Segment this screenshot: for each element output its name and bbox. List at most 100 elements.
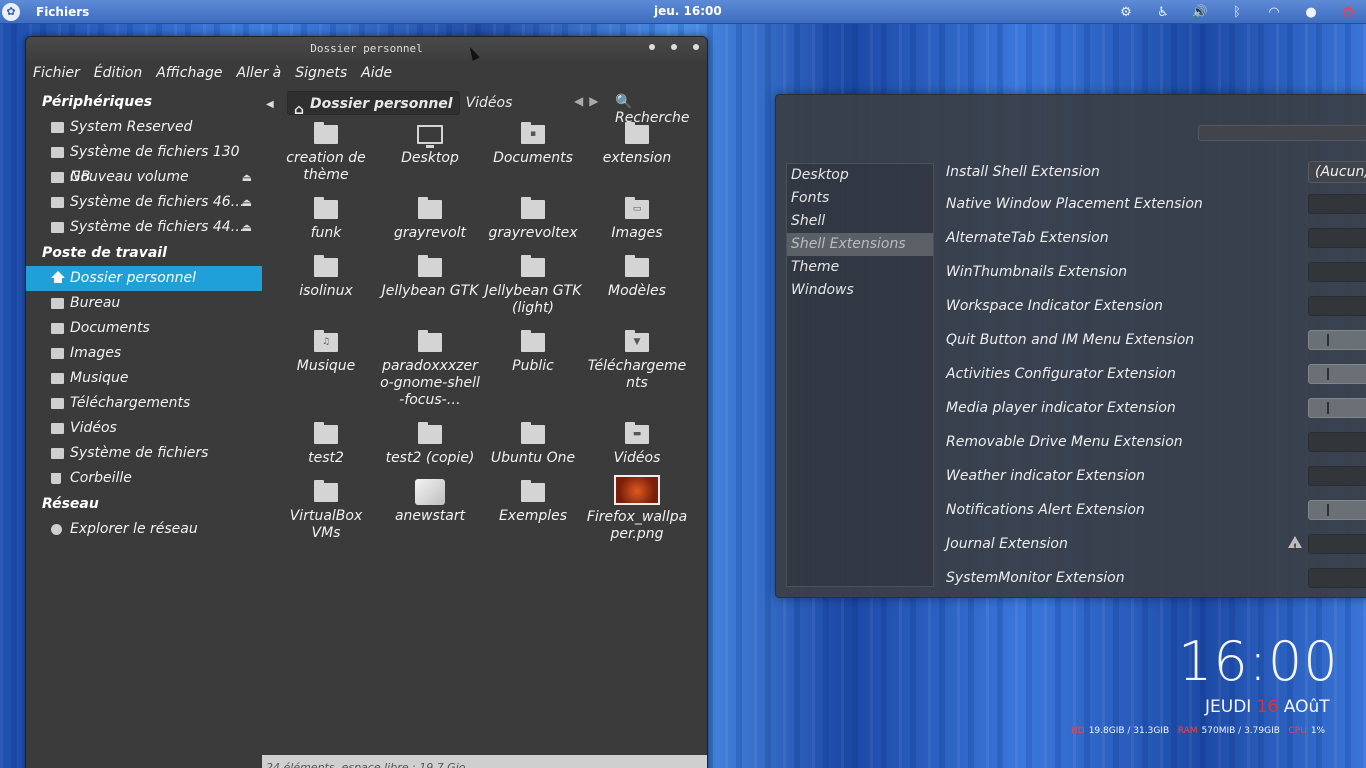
system-tray: ⚙ ♿ 🔊 ᛒ ◠ ● ⏻ xyxy=(1116,2,1358,22)
settings-icon[interactable]: ⚙ xyxy=(1116,2,1136,22)
file-item[interactable]: Firefox_wallpaper.png xyxy=(585,475,689,543)
menu-signets[interactable]: Signets xyxy=(295,65,347,81)
extension-toggle[interactable] xyxy=(1308,194,1366,214)
file-item[interactable]: ▼ Téléchargements xyxy=(585,330,689,392)
tweak-nav-fonts[interactable]: Fonts xyxy=(787,187,933,210)
activities-icon[interactable]: ✿ xyxy=(2,2,20,21)
path-crumb-home[interactable]: ⌂ Dossier personnel xyxy=(287,91,460,118)
extension-toggle[interactable] xyxy=(1308,432,1366,452)
menu-aller[interactable]: Aller à xyxy=(236,65,281,81)
file-item[interactable]: funk xyxy=(274,197,378,242)
extension-toggle[interactable] xyxy=(1308,466,1366,486)
file-item[interactable]: ▭ Images xyxy=(585,197,689,242)
sidebar-item-device[interactable]: Système de fichiers 130 GB xyxy=(26,140,262,185)
sidebar-item-videos[interactable]: Vidéos xyxy=(26,416,262,441)
extension-toggle[interactable] xyxy=(1308,568,1366,588)
file-item[interactable]: Jellybean GTK xyxy=(378,255,482,300)
bluetooth-icon[interactable]: ᛒ xyxy=(1227,2,1247,22)
sidebar-item-filesystem[interactable]: Système de fichiers xyxy=(26,441,262,466)
file-item[interactable]: Public xyxy=(481,330,585,375)
file-item[interactable]: ♫ Musique xyxy=(274,330,378,375)
file-item[interactable]: Exemples xyxy=(481,480,585,525)
app-menu[interactable]: Fichiers xyxy=(36,5,89,19)
file-item[interactable]: ▪ Documents xyxy=(481,122,585,167)
tweak-nav-theme[interactable]: Theme xyxy=(787,256,933,279)
sidebar-collapse-icon[interactable]: ◀ xyxy=(266,99,274,110)
extension-toggle[interactable] xyxy=(1308,534,1366,554)
back-icon[interactable]: ◀ xyxy=(574,94,583,108)
sidebar-item-music[interactable]: Musique xyxy=(26,366,262,391)
sidebar-item-downloads[interactable]: Téléchargements xyxy=(26,391,262,416)
file-item[interactable]: grayrevoltex xyxy=(481,197,585,242)
file-item[interactable]: paradoxxxzero-gnome-shell-focus-… xyxy=(378,330,482,409)
chat-icon[interactable]: ● xyxy=(1301,2,1321,22)
extension-toggle[interactable] xyxy=(1308,398,1366,418)
file-item[interactable]: Jellybean GTK (light) xyxy=(481,255,585,317)
tweak-nav-shell[interactable]: Shell xyxy=(787,210,933,233)
extension-label: Notifications Alert Extension xyxy=(946,502,1145,518)
file-label: Vidéos xyxy=(613,450,661,466)
minimize-button[interactable] xyxy=(649,44,655,50)
image-thumbnail-icon xyxy=(614,475,660,505)
wifi-icon[interactable]: ◠ xyxy=(1264,2,1284,22)
file-item[interactable]: isolinux xyxy=(274,255,378,300)
sidebar-header-places: Poste de travail xyxy=(42,245,167,261)
drive-icon xyxy=(51,448,64,459)
sidebar-item-device[interactable]: Système de fichiers 46… ⏏ xyxy=(26,190,262,215)
extension-toggle[interactable] xyxy=(1308,330,1366,350)
menu-fichier[interactable]: Fichier xyxy=(33,65,80,81)
close-button[interactable] xyxy=(693,44,699,50)
menu-affichage[interactable]: Affichage xyxy=(156,65,222,81)
extension-label: Workspace Indicator Extension xyxy=(946,298,1163,314)
volume-icon[interactable]: 🔊 xyxy=(1190,2,1210,22)
file-item[interactable]: Desktop xyxy=(378,125,482,167)
file-item[interactable]: grayrevolt xyxy=(378,197,482,242)
path-crumb-videos[interactable]: Vidéos xyxy=(460,91,519,115)
panel-clock[interactable]: jeu. 16:00 xyxy=(654,4,722,18)
power-icon[interactable]: ⏻ xyxy=(1338,2,1358,22)
eject-icon[interactable]: ⏏ xyxy=(242,190,252,215)
drive-icon xyxy=(51,197,64,208)
file-item[interactable]: extension xyxy=(585,122,689,167)
extension-toggle[interactable] xyxy=(1308,228,1366,248)
sidebar-item-label: Système de fichiers 44… xyxy=(70,219,245,235)
menu-aide[interactable]: Aide xyxy=(361,65,392,81)
sidebar-item-desktop[interactable]: Bureau xyxy=(26,291,262,316)
file-label: isolinux xyxy=(299,283,353,299)
search-field[interactable] xyxy=(1198,125,1366,141)
extension-toggle[interactable] xyxy=(1308,500,1366,520)
forward-icon[interactable]: ▶ xyxy=(589,94,598,108)
file-item[interactable]: Modèles xyxy=(585,255,689,300)
tweak-nav-windows[interactable]: Windows xyxy=(787,279,933,302)
eject-icon[interactable]: ⏏ xyxy=(242,165,252,190)
accessibility-icon[interactable]: ♿ xyxy=(1153,2,1173,22)
menubar: Fichier Édition Affichage Aller à Signet… xyxy=(26,61,707,85)
window-titlebar[interactable]: Dossier personnel xyxy=(26,37,707,61)
menu-edition[interactable]: Édition xyxy=(94,65,142,81)
tweak-nav-desktop[interactable]: Desktop xyxy=(787,164,933,187)
sidebar-item-network[interactable]: Explorer le réseau xyxy=(26,517,262,542)
sidebar-item-device[interactable]: Système de fichiers 44… ⏏ xyxy=(26,215,262,240)
tweak-nav-shell-extensions[interactable]: Shell Extensions xyxy=(787,233,933,256)
sidebar-item-home[interactable]: Dossier personnel xyxy=(26,266,262,291)
file-item[interactable]: test2 xyxy=(274,422,378,467)
extension-toggle[interactable] xyxy=(1308,262,1366,282)
file-item[interactable]: VirtualBox VMs xyxy=(274,480,378,542)
eject-icon[interactable]: ⏏ xyxy=(242,215,252,240)
install-extension-combo[interactable]: (Aucun) xyxy=(1308,161,1366,183)
extension-toggle[interactable] xyxy=(1308,364,1366,384)
file-item[interactable]: creation de thème xyxy=(274,122,378,184)
file-item[interactable]: test2 (copie) xyxy=(378,422,482,467)
videos-folder-icon: ▬ xyxy=(625,422,649,444)
file-item[interactable]: Ubuntu One xyxy=(481,422,585,467)
sidebar-item-images[interactable]: Images xyxy=(26,341,262,366)
file-label: VirtualBox VMs xyxy=(289,508,363,541)
sidebar-item-device[interactable]: Nouveau volume ⏏ xyxy=(26,165,262,190)
sidebar-item-device[interactable]: System Reserved xyxy=(26,115,262,140)
sidebar-item-trash[interactable]: Corbeille xyxy=(26,466,262,491)
extension-toggle[interactable] xyxy=(1308,296,1366,316)
file-item[interactable]: anewstart xyxy=(378,479,482,525)
file-item[interactable]: ▬ Vidéos xyxy=(585,422,689,467)
sidebar-item-documents[interactable]: Documents xyxy=(26,316,262,341)
maximize-button[interactable] xyxy=(671,44,677,50)
